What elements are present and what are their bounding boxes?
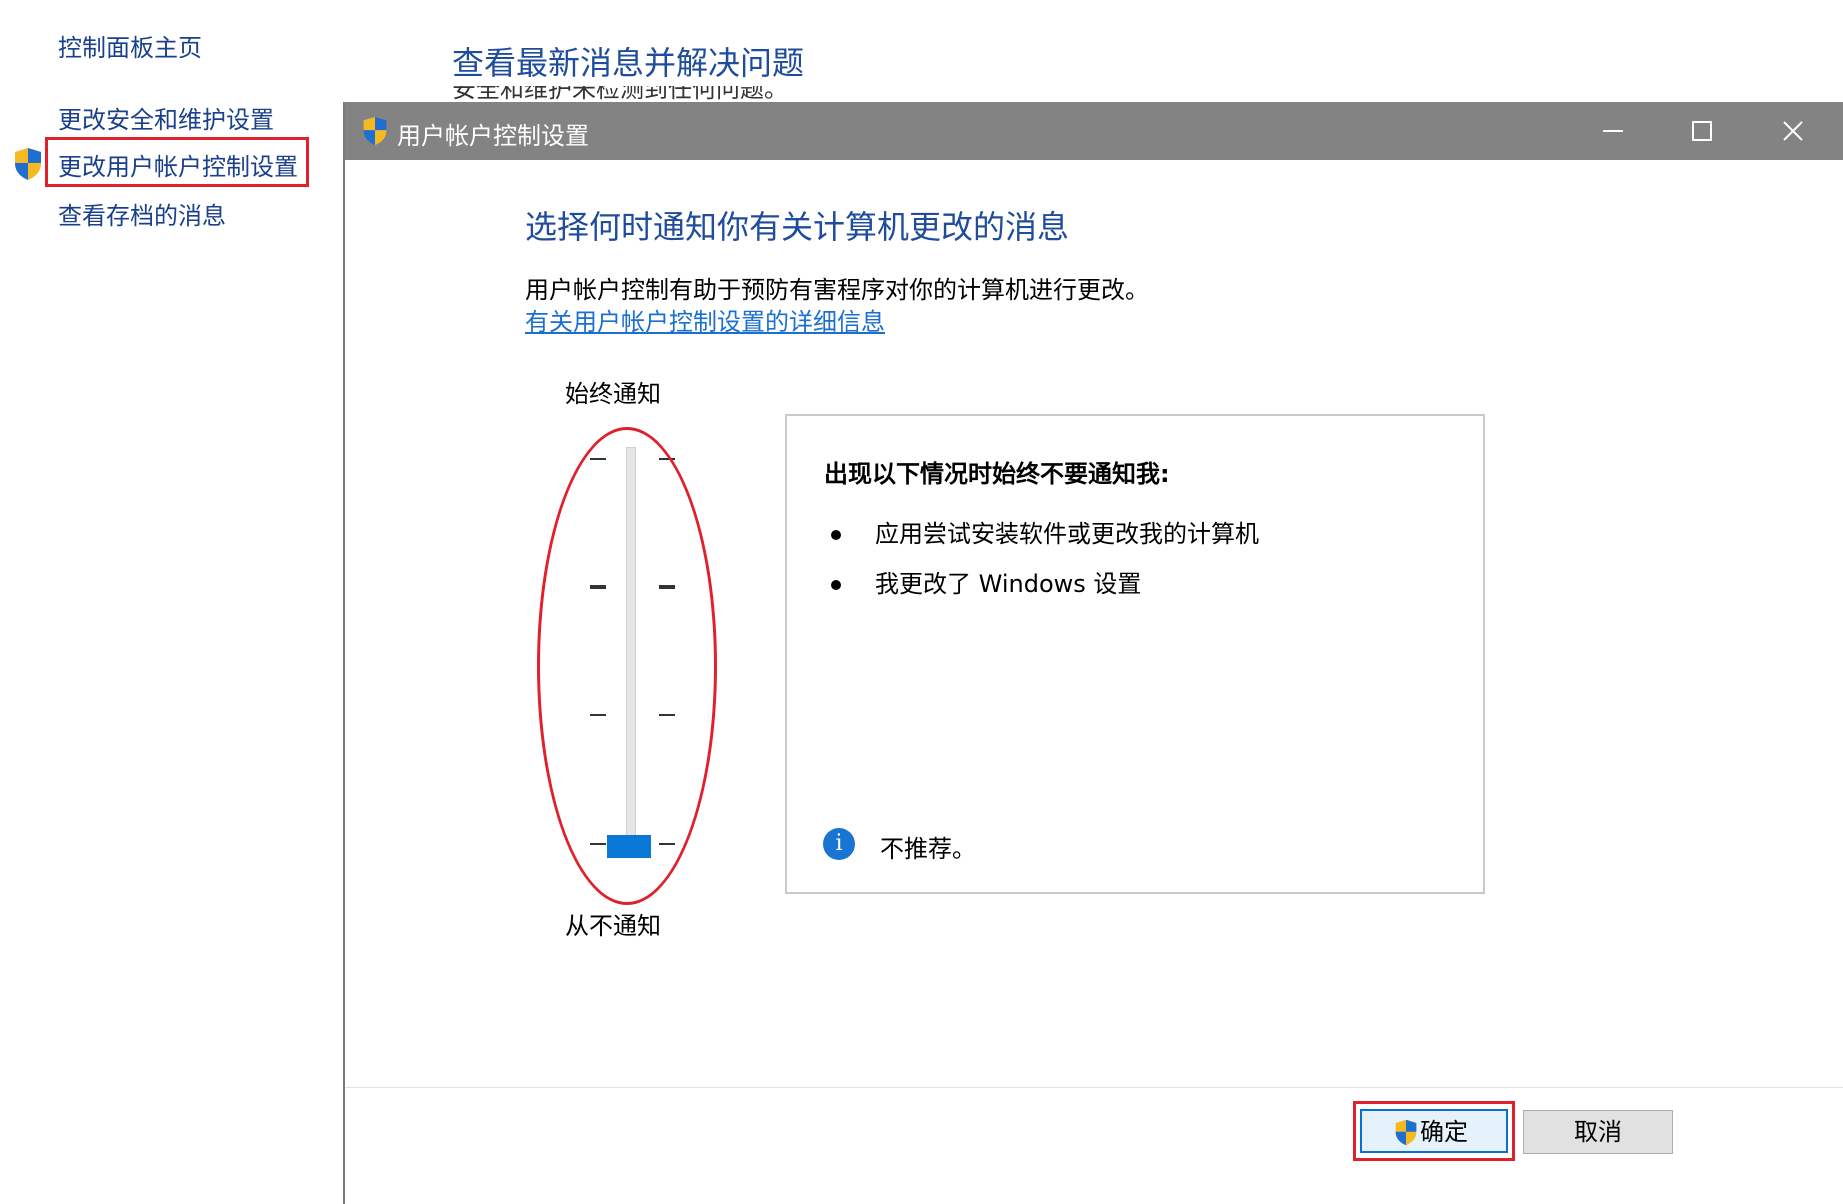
- close-button[interactable]: [1747, 102, 1837, 160]
- info-icon: i: [823, 828, 855, 860]
- maximize-icon: [1692, 121, 1712, 141]
- dialog-title: 用户帐户控制设置: [397, 122, 589, 150]
- annotation-highlight-nav: [45, 137, 309, 187]
- minimize-button[interactable]: [1567, 102, 1657, 160]
- uac-details-link[interactable]: 有关用户帐户控制设置的详细信息: [525, 302, 885, 337]
- slider-top-label: 始终通知: [565, 380, 661, 408]
- bullet-item: 应用尝试安装软件或更改我的计算机: [831, 514, 1259, 549]
- dialog-description: 用户帐户控制有助于预防有害程序对你的计算机进行更改。: [525, 276, 1149, 304]
- annotation-highlight-slider: [537, 427, 717, 905]
- bullet-dot: [831, 580, 841, 590]
- not-recommended-note: 不推荐。: [880, 835, 976, 863]
- slider-bottom-label: 从不通知: [565, 912, 661, 940]
- dialog-heading: 选择何时通知你有关计算机更改的消息: [525, 208, 1070, 246]
- page-title: 查看最新消息并解决问题: [452, 44, 805, 82]
- nav-item-archived-messages[interactable]: 查看存档的消息: [58, 196, 226, 231]
- page-subtext: 安全和维护未检测到任何问题。: [452, 86, 788, 103]
- maximize-button[interactable]: [1657, 102, 1747, 160]
- nav-item-security-maintenance[interactable]: 更改安全和维护设置: [58, 100, 274, 135]
- bullet-item: 我更改了 Windows 设置: [831, 564, 1141, 599]
- dialog-titlebar[interactable]: 用户帐户控制设置: [345, 102, 1843, 160]
- uac-settings-dialog: 用户帐户控制设置 选择何时通知你有关计算机更改的消息 用户帐户控制有助于预防有害…: [343, 102, 1843, 1204]
- bullet-dot: [831, 530, 841, 540]
- uac-shield-icon: [15, 148, 41, 180]
- nav-control-panel-home[interactable]: 控制面板主页: [58, 28, 202, 63]
- cancel-button[interactable]: 取消: [1523, 1110, 1673, 1154]
- level-description-box: 出现以下情况时始终不要通知我: 应用尝试安装软件或更改我的计算机 我更改了 Wi…: [785, 414, 1485, 894]
- annotation-highlight-ok: [1353, 1101, 1515, 1161]
- minimize-icon: [1603, 130, 1623, 132]
- info-title: 出现以下情况时始终不要通知我:: [824, 460, 1170, 488]
- uac-shield-icon: [363, 116, 387, 146]
- close-icon: [1783, 121, 1803, 141]
